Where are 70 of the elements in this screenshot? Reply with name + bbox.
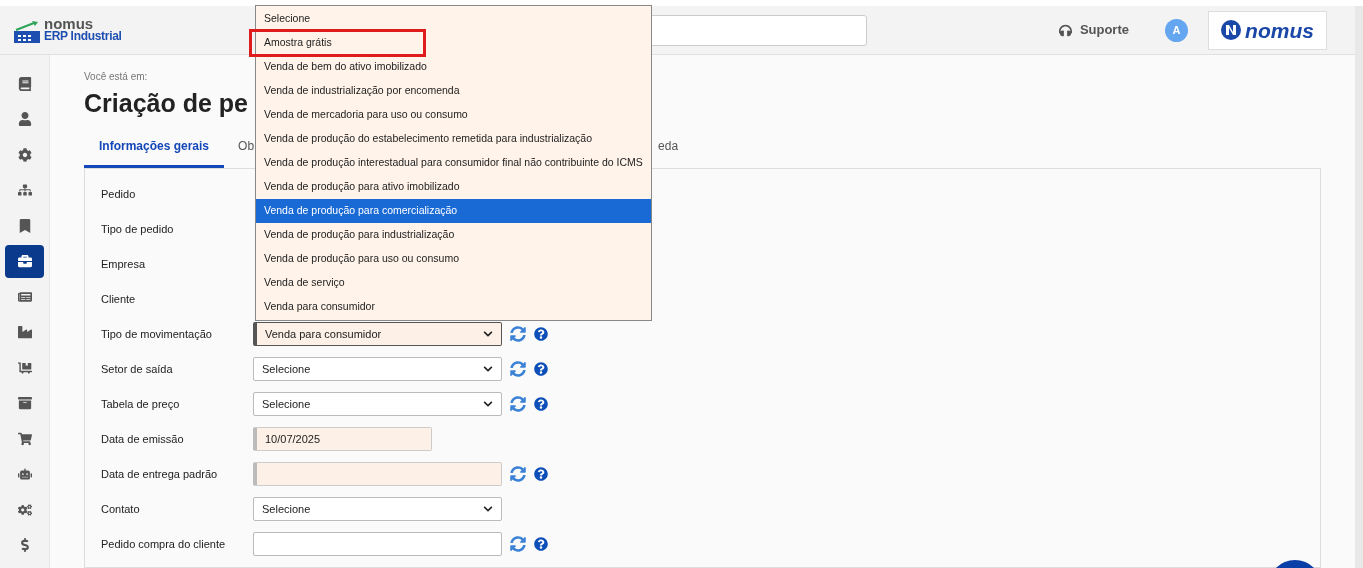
- help-icon[interactable]: [534, 327, 548, 341]
- input-field[interactable]: [253, 532, 502, 556]
- date-field[interactable]: [253, 462, 502, 486]
- headset-icon: [1058, 23, 1072, 37]
- n-emblem-icon: [1221, 20, 1242, 40]
- field-label: Data de entrega padrão: [101, 466, 219, 482]
- dropdown-option[interactable]: Venda de serviço: [256, 271, 651, 295]
- robot-icon: [17, 467, 32, 481]
- chevron-icon: [483, 364, 493, 374]
- chevron-icon: [483, 329, 493, 339]
- dropdown-option[interactable]: Venda de produção para ativo imobilizado: [256, 175, 651, 199]
- chevron-icon: [483, 504, 493, 514]
- chevron-icon: [483, 399, 493, 409]
- dropdown-option[interactable]: Venda de produção do estabelecimento remetida para industrialização: [256, 127, 651, 151]
- factory-logo-icon: [14, 21, 40, 43]
- field-label: Empresa: [101, 256, 147, 272]
- gears-icon: [17, 502, 32, 517]
- field-label: Pedido: [101, 186, 137, 202]
- dropdown-option[interactable]: Selecione: [256, 7, 651, 31]
- field-label: Contato: [101, 501, 141, 517]
- briefcase-icon: [17, 254, 32, 268]
- refresh-icon[interactable]: [510, 326, 526, 342]
- tab[interactable]: eda: [658, 137, 679, 168]
- book-icon: [17, 76, 32, 91]
- newspaper-icon: [17, 289, 32, 304]
- field-label: Tabela de preço: [101, 396, 181, 412]
- dropdown-option[interactable]: Venda de produção interestadual para consumidor final não contribuinte do ICMS: [256, 151, 651, 175]
- settings-icon: [17, 147, 32, 162]
- refresh-icon[interactable]: [510, 396, 526, 412]
- field-label: Pedido compra do cliente: [101, 536, 227, 552]
- select-field[interactable]: Selecione: [253, 357, 502, 381]
- bookmark-icon: [17, 218, 32, 233]
- select-field[interactable]: Venda para consumidor: [253, 322, 502, 346]
- help-icon[interactable]: [534, 397, 548, 411]
- dropdown-option[interactable]: Venda para consumidor: [256, 295, 651, 319]
- field-label: Setor de saída: [101, 361, 174, 377]
- refresh-icon[interactable]: [510, 466, 526, 482]
- user-icon: [17, 112, 32, 126]
- help-icon[interactable]: [534, 537, 548, 551]
- breadcrumb: Você está em:: [84, 70, 149, 84]
- support-link[interactable]: Suporte: [1079, 20, 1129, 40]
- field-label: Tipo de pedido: [101, 221, 175, 237]
- dropdown-option[interactable]: Venda de industrialização por encomenda: [256, 79, 651, 103]
- dropdown-option[interactable]: Venda de bem do ativo imobilizado: [256, 55, 651, 79]
- cart-icon: [17, 431, 32, 446]
- field-label: Data de emissão: [101, 431, 185, 447]
- archive-icon: [17, 396, 32, 410]
- help-icon[interactable]: [534, 362, 548, 376]
- dropdown-option[interactable]: Amostra grátis: [256, 31, 651, 55]
- logo-name: nomus: [44, 17, 94, 30]
- brand-name: nomus: [1245, 19, 1314, 41]
- dropdown-option[interactable]: Venda de mercadoria para uso ou consumo: [256, 103, 651, 127]
- page-title: Criação de pe: [84, 88, 248, 119]
- dropdown-option[interactable]: Venda de produção para industrialização: [256, 223, 651, 247]
- factory-icon: [17, 325, 32, 339]
- help-icon[interactable]: [534, 467, 548, 481]
- dropdown-option[interactable]: Venda de produção para comercialização: [256, 199, 651, 223]
- field-label: Cliente: [101, 291, 137, 307]
- dolly-icon: [17, 360, 32, 375]
- hierarchy-icon: [17, 183, 32, 197]
- date-field[interactable]: 10/07/2025: [253, 427, 432, 451]
- refresh-icon[interactable]: [510, 361, 526, 377]
- logo-subtitle: ERP Industrial: [44, 30, 122, 43]
- sidebar-item[interactable]: [5, 244, 44, 278]
- select-field[interactable]: Selecione: [253, 497, 502, 521]
- dropdown-option[interactable]: Venda de produção para uso ou consumo: [256, 247, 651, 271]
- tab[interactable]: Ob: [238, 137, 255, 168]
- field-label: Tipo de movimentação: [101, 326, 213, 342]
- refresh-icon[interactable]: [510, 536, 526, 552]
- select-field[interactable]: Selecione: [253, 392, 502, 416]
